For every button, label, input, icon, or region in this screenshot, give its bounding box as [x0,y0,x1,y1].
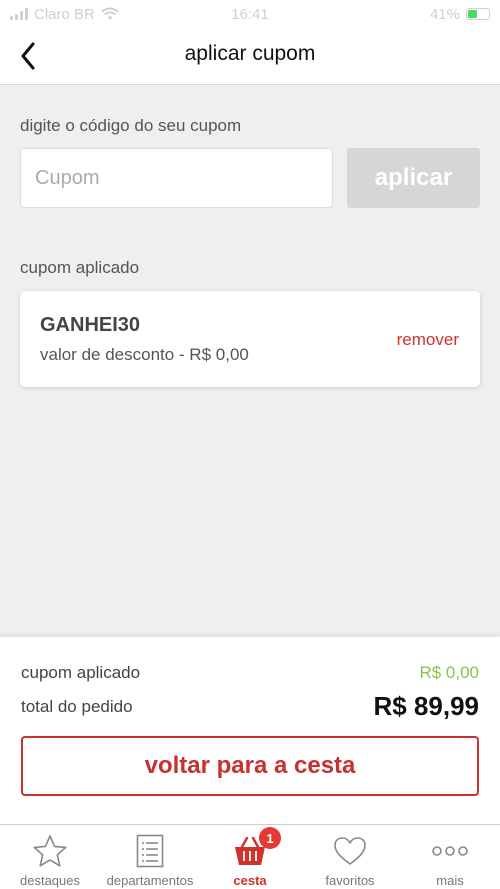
star-icon [33,835,67,867]
apply-coupon-button[interactable]: aplicar [347,148,480,208]
tab-destaques[interactable]: destaques [0,825,100,889]
tab-label: mais [436,873,464,888]
more-icon [432,846,468,856]
battery-percent: 41% [429,5,460,23]
applied-coupon-card: GANHEI30 valor de desconto - R$ 0,00 rem… [20,291,480,387]
tab-label: destaques [20,873,80,888]
tab-cesta[interactable]: 1 cesta [200,825,300,889]
list-icon [136,834,164,868]
carrier-name: Claro BR [34,5,95,23]
status-right: 41% [430,6,490,23]
order-summary: cupom aplicado R$ 0,00 total do pedido R… [0,637,500,824]
tab-favoritos[interactable]: favoritos [300,825,400,889]
tab-bar: destaques departamentos 1 cesta favorito… [0,824,500,889]
summary-coupon-value: R$ 0,00 [419,663,479,682]
summary-coupon-label: cupom aplicado [21,663,141,682]
coupon-discount-text: valor de desconto - R$ 0,00 [40,345,249,364]
remove-coupon-link[interactable]: remover [397,330,459,350]
applied-coupon-label: cupom aplicado [20,258,140,277]
summary-coupon-row: cupom aplicado R$ 0,00 [21,663,479,683]
page-title: aplicar cupom [184,42,316,65]
tab-departamentos[interactable]: departamentos [100,825,200,889]
cart-count-badge: 1 [259,827,281,849]
signal-icon [10,8,28,20]
summary-total-value: R$ 89,99 [373,691,479,721]
tab-label: departamentos [106,873,194,888]
summary-total-row: total do pedido R$ 89,99 [21,691,479,722]
coupon-code: GANHEI30 [40,314,141,336]
tab-label: favoritos [325,873,375,888]
tab-mais[interactable]: mais [400,825,500,889]
header: aplicar cupom [0,28,500,85]
coupon-input[interactable] [20,148,333,208]
status-left: Claro BR [10,6,119,23]
battery-icon [466,8,490,20]
status-bar: Claro BR 16:41 41% [0,0,500,28]
heart-icon [334,837,366,865]
tab-label: cesta [233,873,267,888]
summary-total-label: total do pedido [21,696,133,716]
wifi-icon [101,7,119,20]
coupon-input-label: digite o código do seu cupom [20,116,242,135]
back-to-cart-button[interactable]: voltar para a cesta [21,736,479,796]
